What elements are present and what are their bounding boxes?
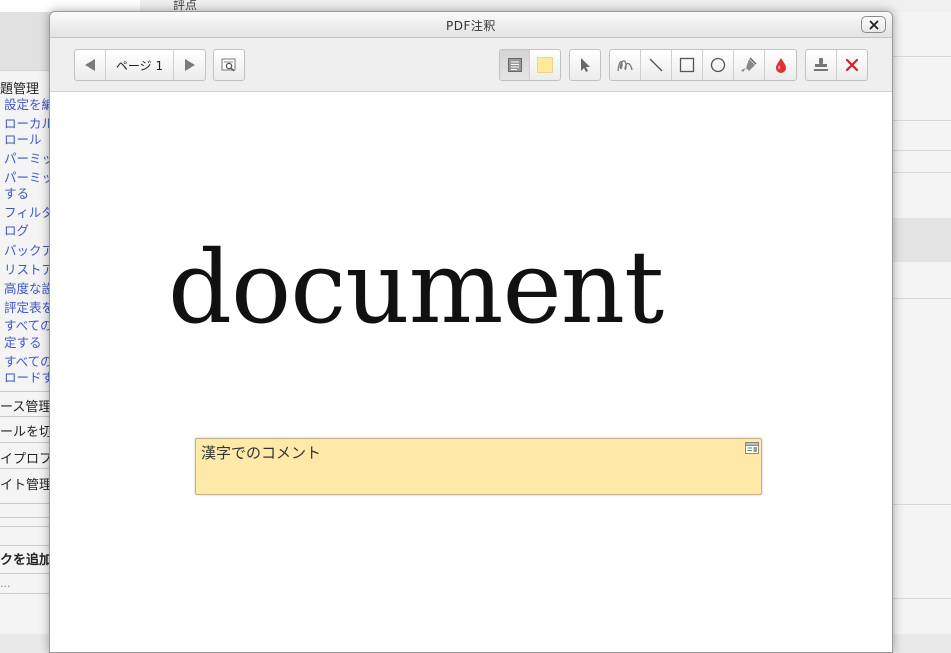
yellow-swatch-icon [537,57,553,73]
sidebar-divider [0,391,49,392]
rectangle-icon [679,57,695,73]
background-divider [891,120,951,121]
page-navigation: ページ 1 [74,49,206,81]
sidebar-link[interactable]: パーミッ [4,170,54,186]
comment-list-icon [507,58,522,72]
sidebar-link[interactable]: すべての [4,354,53,370]
comment-tool-button[interactable] [500,50,530,80]
dialog-title: PDF注釈 [446,19,496,33]
prev-page-button[interactable] [75,50,106,80]
sidebar-link[interactable]: 定する [4,335,42,351]
pdf-annotation-dialog: PDF注釈 ページ 1 document 漢字でのコメント [49,11,893,653]
background-divider [891,598,951,599]
sidebar-section[interactable]: ールを切 [0,421,52,440]
add-block-label[interactable]: クを追加 [0,549,52,568]
pen-scribble-icon [617,60,633,72]
dialog-titlebar[interactable]: PDF注釈 [50,12,892,38]
select-tool-button[interactable] [570,50,600,80]
sidebar-link[interactable]: 設定を編 [4,97,54,113]
color-tool-button[interactable] [765,50,796,80]
comment-tools [499,49,561,81]
drawing-tools [609,49,797,81]
sidebar-link[interactable]: バックア [4,243,54,259]
search-comments-icon [221,58,236,72]
background-divider [891,504,951,505]
background-divider [891,298,951,299]
background-divider [891,56,951,57]
sidebar-link[interactable]: 評定表を [4,300,54,316]
sidebar-divider [0,442,49,443]
pen-tool-button[interactable] [610,50,641,80]
cursor-arrow-icon [581,58,590,72]
circle-icon [710,57,726,73]
stamp-delete-tools [805,49,868,81]
comment-annotation[interactable]: 漢字でのコメント [195,438,762,495]
sidebar-divider [0,593,49,594]
delete-x-icon [845,58,859,72]
sidebar-section[interactable]: イト管理 [0,474,52,493]
sidebar-link[interactable]: 高度な設 [4,281,54,297]
oval-tool-button[interactable] [703,50,734,80]
sidebar-ellipsis: ... [0,577,11,590]
next-page-button[interactable] [174,50,205,80]
sidebar-heading: 題管理 [0,82,40,97]
document-text: document [168,229,664,346]
sidebar-link[interactable]: ログ [4,223,29,239]
stamp-tool-button[interactable] [806,50,837,80]
ink-drop-icon [775,58,786,73]
line-tool-button[interactable] [641,50,672,80]
sidebar-section[interactable]: ース管理 [0,396,51,415]
rectangle-tool-button[interactable] [672,50,703,80]
search-comments-button[interactable] [214,50,244,80]
background-divider [891,150,951,151]
stamp-icon [814,58,828,71]
search-comments-group [213,49,245,81]
triangle-right-icon [184,59,195,71]
select-tool-group [569,49,601,81]
sidebar-divider [0,468,49,469]
sidebar-link[interactable]: フィルタ [4,205,54,221]
sidebar-link[interactable]: ロードす [4,370,54,386]
background-gray-block [0,12,49,71]
close-button[interactable] [861,16,886,33]
sidebar-link[interactable]: リストア [4,262,54,278]
annotation-toolbar: ページ 1 [50,38,892,92]
background-band [891,218,951,262]
sidebar-divider [0,517,49,518]
sidebar-divider [0,503,49,504]
sidebar-link[interactable]: パーミッ [4,151,54,167]
highlight-tool-button[interactable] [734,50,765,80]
page-selector[interactable]: ページ 1 [106,50,174,80]
sidebar-divider [0,545,49,546]
close-icon [869,20,878,29]
sidebar-divider [0,573,49,574]
pdf-page[interactable]: document 漢字でのコメント [50,92,892,652]
sidebar-divider [0,416,49,417]
sidebar-link[interactable]: ローカル [4,116,54,132]
background-divider [891,172,951,173]
highlighter-icon [741,57,757,72]
sidebar-link[interactable]: すべての [4,318,53,334]
delete-button[interactable] [837,50,867,80]
line-icon [649,58,663,72]
triangle-left-icon [85,59,95,71]
color-picker-button[interactable] [530,50,560,80]
comment-text[interactable]: 漢字でのコメント [201,442,321,463]
sidebar-link[interactable]: する [4,186,29,202]
comment-menu-icon[interactable] [745,442,759,454]
sidebar-divider [0,526,49,527]
sidebar-link[interactable]: ロール [4,132,42,148]
